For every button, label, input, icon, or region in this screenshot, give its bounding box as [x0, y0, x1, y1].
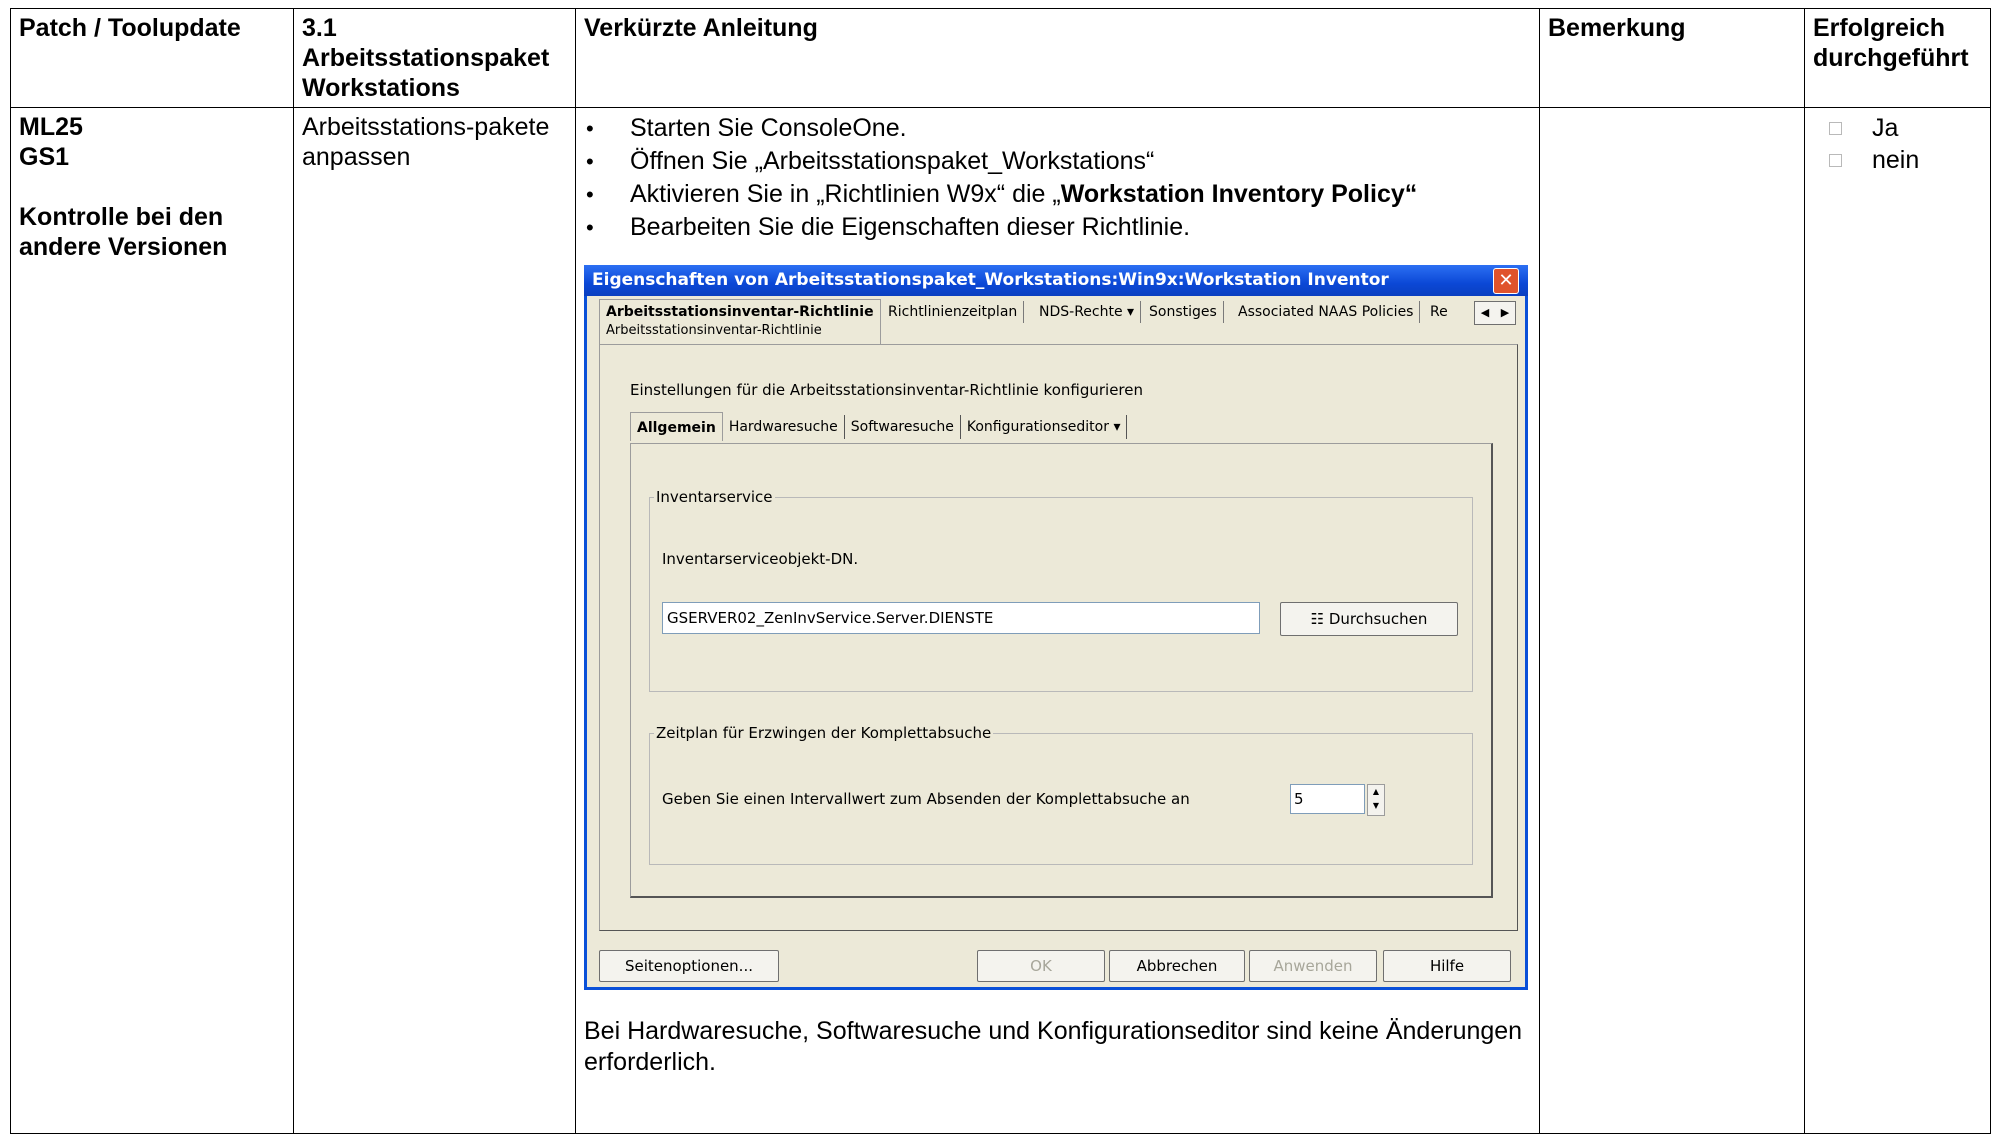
- success-cell: Ja nein: [1804, 107, 1991, 1134]
- subtab-software[interactable]: Softwaresuche: [845, 415, 961, 439]
- inventory-service-group: Inventarservice Inventarserviceobjekt-DN…: [649, 482, 1473, 692]
- checkbox-icon[interactable]: [1829, 121, 1842, 135]
- chevron-right-icon[interactable]: ▶: [1495, 302, 1515, 324]
- subtab-general[interactable]: Allgemein: [630, 412, 723, 441]
- table-header-row: Patch / Toolupdate 3.1 Arbeitsstationspa…: [10, 8, 1991, 108]
- interval-stepper[interactable]: ▲ ▼: [1367, 784, 1385, 816]
- instructions-cell: Starten Sie ConsoleOne. Öffnen Sie „Arbe…: [575, 107, 1540, 1134]
- tab-scroll-arrows[interactable]: ◀ ▶: [1474, 301, 1516, 325]
- list-item: Bearbeiten Sie die Eigenschaften dieser …: [584, 211, 1531, 244]
- subtab-strip: Allgemein Hardwaresuche Softwaresuche Ko…: [630, 412, 1128, 441]
- scan-schedule-group: Zeitplan für Erzwingen der Komplettabsuc…: [649, 718, 1473, 865]
- tab-misc[interactable]: Sonstiges: [1143, 301, 1224, 323]
- ok-button[interactable]: OK: [977, 950, 1105, 982]
- interval-label: Geben Sie einen Intervallwert zum Absend…: [662, 790, 1190, 808]
- close-icon[interactable]: ✕: [1493, 268, 1519, 294]
- tab-inventory-policy[interactable]: Arbeitsstationsinventar-Richtlinie Arbei…: [599, 299, 881, 344]
- header-remark: Bemerkung: [1539, 8, 1805, 108]
- properties-dialog-screenshot: Eigenschaften von Arbeitsstationspaket_W…: [584, 265, 1528, 990]
- checkbox-icon[interactable]: [1829, 153, 1842, 167]
- dialog-title: Eigenschaften von Arbeitsstationspaket_W…: [584, 265, 1528, 296]
- inventory-dn-field[interactable]: GSERVER02_ZenInvService.Server.DIENSTE: [662, 602, 1260, 634]
- chevron-left-icon[interactable]: ◀: [1475, 302, 1495, 324]
- subtab-panel: Inventarservice Inventarserviceobjekt-DN…: [630, 443, 1493, 898]
- apply-button[interactable]: Anwenden: [1249, 950, 1377, 982]
- header-patch: Patch / Toolupdate: [10, 8, 294, 108]
- step-list: Starten Sie ConsoleOne. Öffnen Sie „Arbe…: [584, 112, 1531, 244]
- instruction-table: Patch / Toolupdate 3.1 Arbeitsstationspa…: [10, 8, 1991, 1134]
- remark-cell: [1539, 107, 1805, 1134]
- header-success: Erfolgreich durchgeführt: [1804, 8, 1991, 108]
- list-item: Öffnen Sie „Arbeitsstationspaket_Worksta…: [584, 145, 1531, 178]
- page-options-button[interactable]: Seitenoptionen...: [599, 950, 779, 982]
- header-instructions: Verkürzte Anleitung: [575, 8, 1540, 108]
- tab-schedule[interactable]: Richtlinienzeitplan: [882, 301, 1025, 323]
- patch-cell: ML25 GS1 Kontrolle bei den andere Versio…: [10, 107, 294, 1134]
- inventory-dn-label: Inventarserviceobjekt-DN.: [662, 550, 859, 568]
- cancel-button[interactable]: Abbrechen: [1109, 950, 1245, 982]
- help-button[interactable]: Hilfe: [1383, 950, 1511, 982]
- tab-panel: Einstellungen für die Arbeitsstationsinv…: [599, 344, 1518, 931]
- tab-nds-rights[interactable]: NDS-Rechte ▾: [1033, 301, 1142, 323]
- list-item: Aktivieren Sie in „Richtlinien W9x“ die …: [584, 178, 1531, 211]
- header-section: 3.1 Arbeitsstationspaket Workstations: [293, 8, 576, 108]
- checkbox-no[interactable]: nein: [1829, 144, 1982, 176]
- tab-naas-policies[interactable]: Associated NAAS Policies: [1232, 301, 1421, 323]
- panel-heading: Einstellungen für die Arbeitsstationsinv…: [630, 381, 1143, 399]
- subtab-hardware[interactable]: Hardwaresuche: [723, 415, 845, 439]
- checkbox-yes[interactable]: Ja: [1829, 112, 1982, 144]
- tree-icon: ☷: [1310, 610, 1325, 628]
- browse-button[interactable]: ☷ Durchsuchen: [1280, 602, 1458, 636]
- subtab-config-editor[interactable]: Konfigurationseditor ▾: [961, 415, 1128, 439]
- table-row: ML25 GS1 Kontrolle bei den andere Versio…: [10, 107, 1991, 1134]
- interval-field[interactable]: 5: [1290, 784, 1365, 814]
- note-text: Bei Hardwaresuche, Softwaresuche und Kon…: [584, 1017, 1523, 1076]
- section-cell: Arbeitsstations-pakete anpassen: [293, 107, 576, 1134]
- dialog-tabstrip: Arbeitsstationsinventar-Richtlinie Arbei…: [599, 299, 1516, 345]
- tab-truncated[interactable]: Re: [1424, 301, 1454, 323]
- list-item: Starten Sie ConsoleOne.: [584, 112, 1531, 145]
